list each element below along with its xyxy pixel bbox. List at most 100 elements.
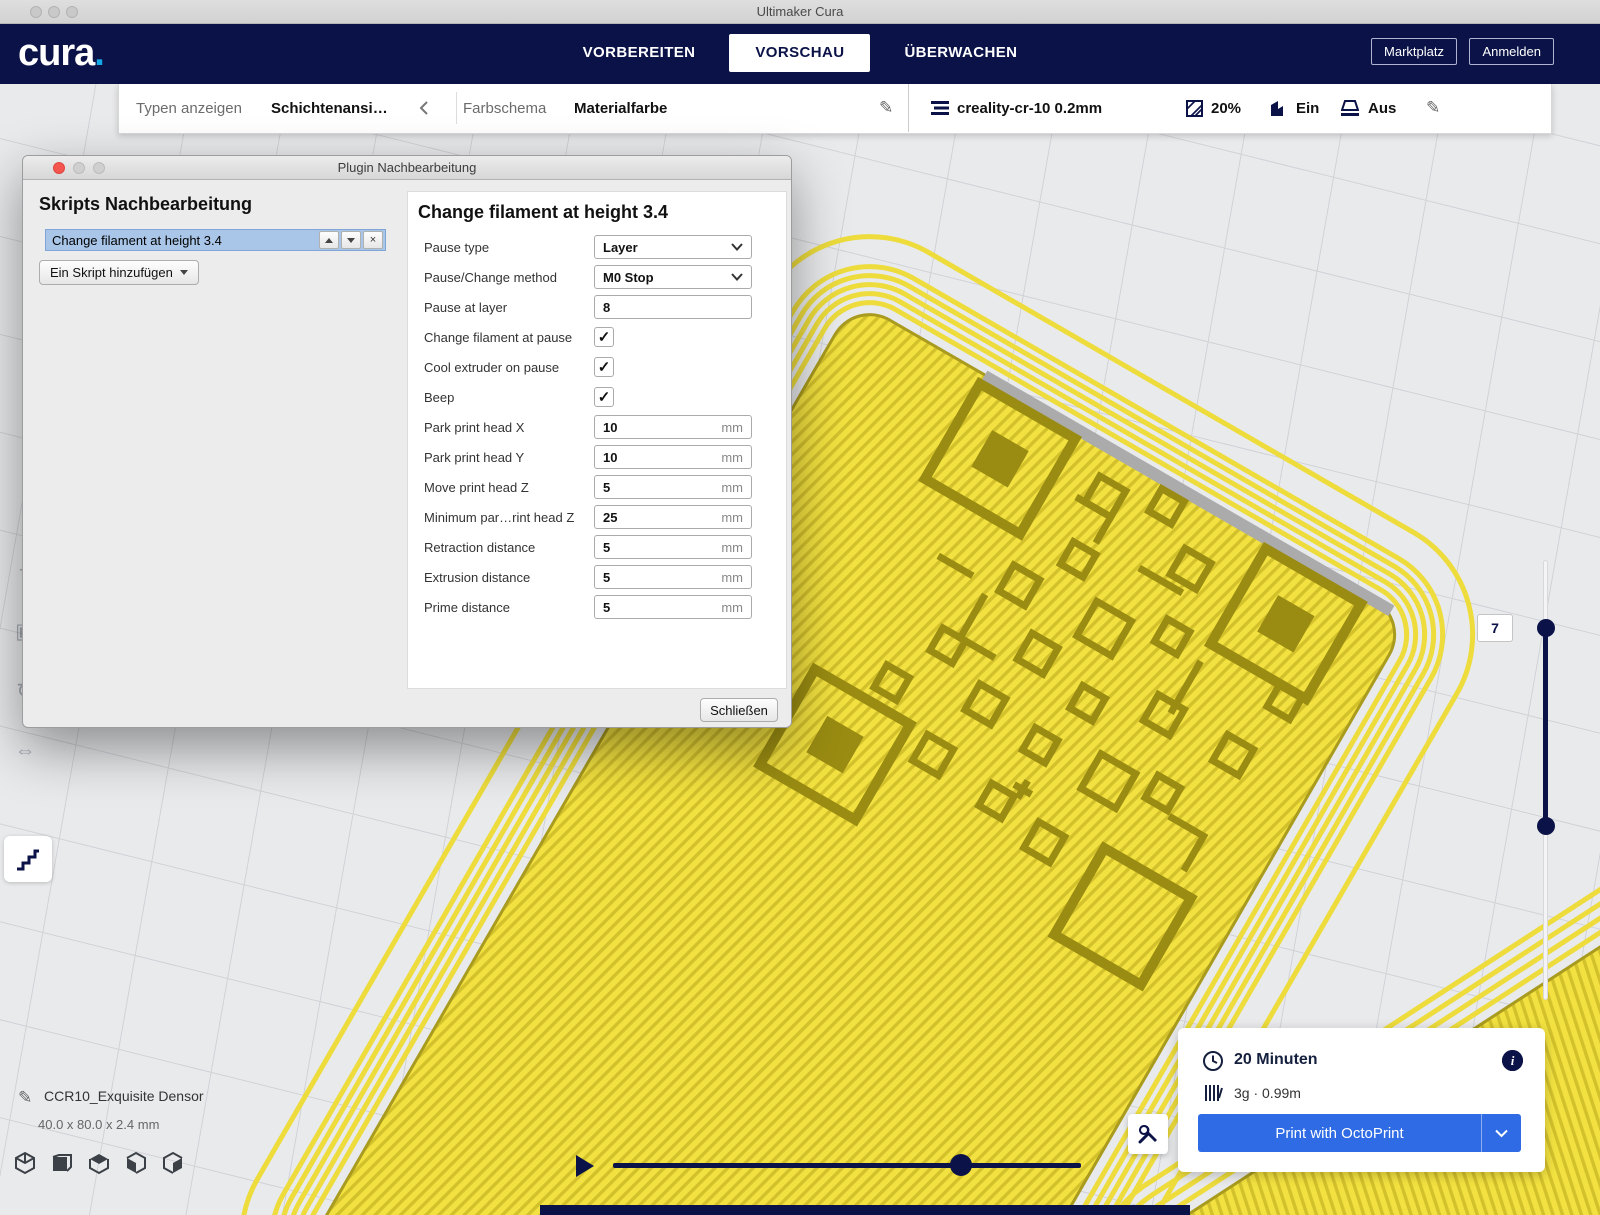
support-icon bbox=[1269, 84, 1285, 132]
edit-color-scheme-icon[interactable]: ✎ bbox=[879, 84, 893, 132]
unit-label: mm bbox=[721, 510, 743, 525]
script-settings-panel: Change filament at height 3.4 Pause type… bbox=[407, 191, 787, 689]
playback-track[interactable] bbox=[613, 1163, 1081, 1168]
stage-tabbar: VORBEREITEN VORSCHAU ÜBERWACHEN bbox=[0, 33, 1600, 73]
field-label: Park print head Y bbox=[408, 450, 594, 465]
infill-value[interactable]: 20% bbox=[1211, 84, 1241, 132]
dialog-close-button[interactable] bbox=[53, 162, 65, 174]
color-scheme-dropdown[interactable]: Materialfarbe bbox=[574, 84, 667, 132]
field-label: Pause/Change method bbox=[408, 270, 594, 285]
layer-slider-lower-handle[interactable] bbox=[1537, 817, 1555, 835]
material-usage: 3g · 0.99m bbox=[1234, 1085, 1301, 1101]
model-dimensions: 40.0 x 80.0 x 2.4 mm bbox=[38, 1117, 159, 1132]
support-value[interactable]: Ein bbox=[1296, 84, 1319, 132]
print-time: 20 Minuten bbox=[1234, 1051, 1318, 1069]
filament-icon bbox=[1204, 1084, 1224, 1107]
print-job-card: 20 Minuten i 3g · 0.99m Print with OctoP… bbox=[1178, 1028, 1545, 1172]
model-name: CCR10_Exquisite Densor bbox=[44, 1088, 204, 1104]
add-script-label: Ein Skript hinzufügen bbox=[50, 265, 173, 280]
prime-distance-input[interactable]: mm bbox=[594, 595, 752, 619]
collapse-chevron-icon[interactable] bbox=[419, 84, 428, 132]
retraction-distance-input[interactable]: mm bbox=[594, 535, 752, 559]
minimum-park-head-z-input[interactable]: mm bbox=[594, 505, 752, 529]
printer-profile[interactable]: creality-cr-10 0.2mm bbox=[957, 84, 1102, 132]
pause-at-layer-input[interactable] bbox=[594, 295, 752, 319]
change-filament-checkbox[interactable]: ✓ bbox=[594, 327, 614, 347]
edit-print-settings-icon[interactable]: ✎ bbox=[1426, 84, 1440, 132]
add-script-button[interactable]: Ein Skript hinzufügen bbox=[39, 260, 199, 285]
tab-monitor[interactable]: ÜBERWACHEN bbox=[878, 34, 1043, 72]
dialog-minimize-button[interactable] bbox=[73, 162, 85, 174]
field-label: Retraction distance bbox=[408, 540, 594, 555]
layers-staircase-icon bbox=[15, 847, 41, 871]
park-head-x-input[interactable]: mm bbox=[594, 415, 752, 439]
move-script-up-button[interactable] bbox=[319, 231, 339, 249]
pause-method-select[interactable]: M0 Stop bbox=[594, 265, 752, 289]
move-head-z-input[interactable]: mm bbox=[594, 475, 752, 499]
field-label: Pause at layer bbox=[408, 300, 594, 315]
dialog-title: Plugin Nachbearbeitung bbox=[338, 160, 477, 175]
script-name: Change filament at height 3.4 bbox=[46, 233, 319, 248]
info-icon[interactable]: i bbox=[1502, 1050, 1523, 1071]
view-right-icon[interactable] bbox=[160, 1150, 186, 1176]
view-type-dropdown[interactable]: Schichtenansi… bbox=[271, 84, 388, 132]
play-button[interactable] bbox=[576, 1155, 594, 1177]
window-minimize-button[interactable] bbox=[48, 6, 60, 18]
simulation-progress-bar[interactable] bbox=[540, 1205, 1190, 1215]
dropdown-arrow-icon bbox=[180, 270, 188, 275]
camera-view-presets bbox=[12, 1150, 186, 1176]
window-title: Ultimaker Cura bbox=[757, 4, 844, 19]
dialog-zoom-button[interactable] bbox=[93, 162, 105, 174]
tab-preview[interactable]: VORSCHAU bbox=[729, 34, 870, 72]
os-titlebar: Ultimaker Cura bbox=[0, 0, 1600, 24]
window-close-button[interactable] bbox=[30, 6, 42, 18]
settings-heading: Change filament at height 3.4 bbox=[418, 202, 668, 223]
window-zoom-button[interactable] bbox=[66, 6, 78, 18]
layer-slider-range[interactable] bbox=[1543, 628, 1548, 826]
adhesion-value[interactable]: Aus bbox=[1368, 84, 1396, 132]
view-3d-icon[interactable] bbox=[12, 1150, 38, 1176]
marketplace-button[interactable]: Marktplatz bbox=[1371, 38, 1457, 65]
unit-label: mm bbox=[721, 480, 743, 495]
view-left-icon[interactable] bbox=[123, 1150, 149, 1176]
view-top-icon[interactable] bbox=[86, 1150, 112, 1176]
field-label: Park print head X bbox=[408, 420, 594, 435]
park-head-y-input[interactable]: mm bbox=[594, 445, 752, 469]
view-front-icon[interactable] bbox=[49, 1150, 75, 1176]
pause-type-select[interactable]: Layer bbox=[594, 235, 752, 259]
beep-checkbox[interactable]: ✓ bbox=[594, 387, 614, 407]
wrench-icon bbox=[1136, 1122, 1160, 1146]
playback-handle[interactable] bbox=[950, 1154, 972, 1176]
print-options-chevron[interactable] bbox=[1481, 1114, 1521, 1152]
tab-prepare[interactable]: VORBEREITEN bbox=[557, 34, 722, 72]
field-label: Pause type bbox=[408, 240, 594, 255]
dialog-titlebar[interactable]: Plugin Nachbearbeitung bbox=[23, 156, 791, 180]
field-label: Cool extruder on pause bbox=[408, 360, 594, 375]
field-label: Extrusion distance bbox=[408, 570, 594, 585]
adhesion-icon bbox=[1341, 84, 1359, 132]
view-type-label: Typen anzeigen bbox=[136, 84, 242, 132]
post-processing-tile[interactable] bbox=[4, 836, 52, 882]
field-label: Minimum par…rint head Z bbox=[408, 510, 594, 525]
down-arrow-icon bbox=[347, 238, 355, 243]
move-script-down-button[interactable] bbox=[341, 231, 361, 249]
mirror-tool-icon[interactable]: ⇔ bbox=[6, 732, 44, 770]
edit-model-name-icon[interactable]: ✎ bbox=[18, 1088, 32, 1108]
preview-toolbar: Typen anzeigen Schichtenansi… Farbschema… bbox=[118, 84, 1552, 134]
close-dialog-button[interactable]: Schließen bbox=[700, 698, 778, 722]
layer-slider-upper-handle[interactable] bbox=[1537, 619, 1555, 637]
app-window: + ▣ ↻ ⇔ Ultimaker Cura cura. VORBEREITEN… bbox=[0, 0, 1600, 1215]
remove-script-button[interactable]: × bbox=[363, 231, 383, 249]
toolbar-divider bbox=[908, 84, 909, 132]
field-label: Prime distance bbox=[408, 600, 594, 615]
unit-label: mm bbox=[721, 540, 743, 555]
main-header: cura. VORBEREITEN VORSCHAU ÜBERWACHEN Ma… bbox=[0, 24, 1600, 84]
signin-button[interactable]: Anmelden bbox=[1469, 38, 1554, 65]
cool-extruder-checkbox[interactable]: ✓ bbox=[594, 357, 614, 377]
toolbar-divider bbox=[456, 92, 457, 124]
print-with-octoprint-button[interactable]: Print with OctoPrint bbox=[1198, 1114, 1521, 1152]
unit-label: mm bbox=[721, 600, 743, 615]
script-list-item[interactable]: Change filament at height 3.4 × bbox=[45, 229, 386, 251]
extrusion-distance-input[interactable]: mm bbox=[594, 565, 752, 589]
adjust-settings-button[interactable] bbox=[1128, 1114, 1168, 1154]
